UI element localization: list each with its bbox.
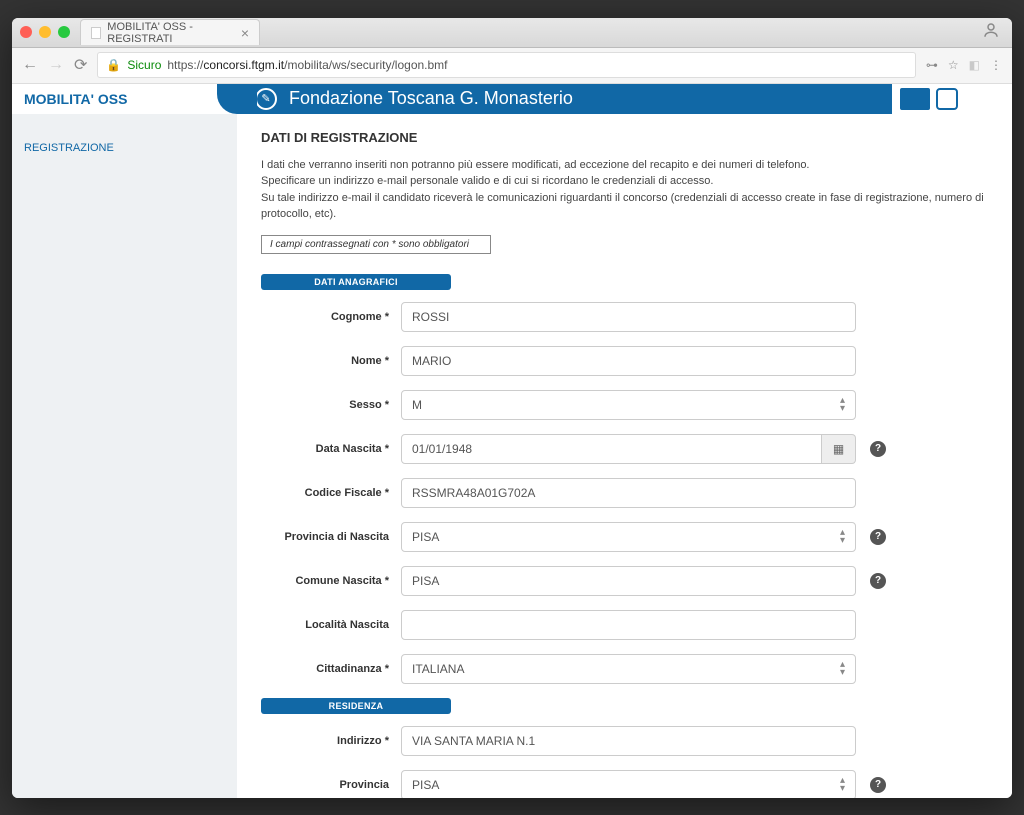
app-header-right — [892, 88, 1012, 110]
help-icon[interactable]: ? — [870, 573, 886, 589]
input-comune-nascita[interactable] — [401, 566, 856, 596]
tab-close-icon[interactable]: × — [241, 25, 249, 41]
select-provincia-nascita[interactable]: PISA ▴▾ — [401, 522, 856, 552]
label-codice-fiscale: Codice Fiscale * — [261, 487, 401, 499]
favicon-icon — [91, 27, 101, 39]
app-header: MOBILITA' OSS ✎ Fondazione Toscana G. Mo… — [12, 84, 1012, 114]
url-host: concorsi.ftgm.it — [203, 58, 284, 72]
minimize-icon[interactable] — [39, 26, 51, 38]
sidebar-item-registrazione[interactable]: REGISTRAZIONE — [12, 134, 237, 162]
input-codice-fiscale[interactable] — [401, 478, 856, 508]
select-provincia[interactable]: PISA ▴▾ — [401, 770, 856, 798]
label-data-nascita: Data Nascita * — [261, 443, 401, 455]
sidebar: REGISTRAZIONE — [12, 114, 237, 798]
intro-line-2: Specificare un indirizzo e-mail personal… — [261, 173, 988, 190]
browser-tab[interactable]: MOBILITA' OSS - REGISTRATI × — [80, 19, 260, 45]
browser-window: MOBILITA' OSS - REGISTRATI × ← → ⟳ 🔒 Sic… — [12, 18, 1012, 798]
label-localita-nascita: Località Nascita — [261, 619, 401, 631]
help-icon[interactable]: ? — [870, 777, 886, 793]
help-icon[interactable]: ? — [870, 529, 886, 545]
intro-line-3: Su tale indirizzo e-mail il candidato ri… — [261, 190, 988, 223]
input-indirizzo[interactable] — [401, 726, 856, 756]
partner-icon — [936, 88, 958, 110]
key-icon[interactable]: ⊶ — [926, 58, 938, 72]
lock-icon: 🔒 — [106, 58, 121, 72]
secure-label: Sicuro — [127, 58, 161, 72]
section-residenza: RESIDENZA — [261, 698, 451, 714]
label-comune-nascita: Comune Nascita * — [261, 575, 401, 587]
label-provincia-nascita: Provincia di Nascita — [261, 531, 401, 543]
label-cognome: Cognome * — [261, 311, 401, 323]
forward-icon: → — [48, 56, 64, 74]
page-title: DATI DI REGISTRAZIONE — [261, 130, 988, 145]
input-localita-nascita[interactable] — [401, 610, 856, 640]
sst-badge-icon — [900, 88, 930, 110]
select-provincia-nascita-value: PISA — [412, 530, 439, 544]
profile-icon[interactable] — [982, 21, 1000, 44]
app-brand: MOBILITA' OSS — [12, 84, 237, 114]
calendar-button[interactable]: ▦ — [822, 434, 856, 464]
url-path: /mobilita/ws/security/logon.bmf — [284, 58, 447, 72]
calendar-icon: ▦ — [833, 442, 844, 456]
label-cittadinanza: Cittadinanza * — [261, 663, 401, 675]
chevron-updown-icon: ▴▾ — [840, 529, 845, 545]
menu-icon[interactable]: ⋮ — [990, 58, 1002, 72]
section-anagrafici: DATI ANAGRAFICI — [261, 274, 451, 290]
select-sesso[interactable]: M ▴▾ — [401, 390, 856, 420]
page-content: MOBILITA' OSS ✎ Fondazione Toscana G. Mo… — [12, 84, 1012, 798]
reload-icon[interactable]: ⟳ — [74, 55, 87, 75]
addrbar-right: ⊶ ☆ ◧ ⋮ — [926, 58, 1002, 72]
maximize-icon[interactable] — [58, 26, 70, 38]
label-provincia: Provincia — [261, 779, 401, 791]
help-icon[interactable]: ? — [870, 441, 886, 457]
app-title-bar: ✎ Fondazione Toscana G. Monasterio — [237, 84, 892, 114]
select-cittadinanza[interactable]: ITALIANA ▴▾ — [401, 654, 856, 684]
chevron-updown-icon: ▴▾ — [840, 397, 845, 413]
intro-line-1: I dati che verranno inseriti non potrann… — [261, 157, 988, 174]
tab-title: MOBILITA' OSS - REGISTRATI — [107, 21, 235, 45]
titlebar: MOBILITA' OSS - REGISTRATI × — [12, 18, 1012, 48]
back-icon[interactable]: ← — [22, 56, 38, 74]
url-prefix: https:// — [167, 58, 203, 72]
required-fields-note: I campi contrassegnati con * sono obblig… — [261, 235, 491, 254]
close-icon[interactable] — [20, 26, 32, 38]
extension-icon[interactable]: ◧ — [969, 58, 980, 72]
select-cittadinanza-value: ITALIANA — [412, 662, 464, 676]
label-indirizzo: Indirizzo * — [261, 735, 401, 747]
select-sesso-value: M — [412, 398, 422, 412]
select-provincia-value: PISA — [412, 778, 439, 792]
input-data-nascita[interactable] — [401, 434, 822, 464]
address-bar: ← → ⟳ 🔒 Sicuro https://concorsi.ftgm.it/… — [12, 48, 1012, 84]
omnibox[interactable]: 🔒 Sicuro https://concorsi.ftgm.it/mobili… — [97, 52, 915, 78]
intro-text: I dati che verranno inseriti non potrann… — [261, 157, 988, 223]
chevron-updown-icon: ▴▾ — [840, 661, 845, 677]
input-cognome[interactable] — [401, 302, 856, 332]
label-sesso: Sesso * — [261, 399, 401, 411]
input-nome[interactable] — [401, 346, 856, 376]
window-controls — [20, 26, 70, 38]
app-title: Fondazione Toscana G. Monasterio — [289, 88, 573, 109]
logo-icon: ✎ — [255, 88, 277, 110]
label-nome: Nome * — [261, 355, 401, 367]
main-panel: DATI DI REGISTRAZIONE I dati che verrann… — [237, 114, 1012, 798]
chevron-updown-icon: ▴▾ — [840, 777, 845, 793]
star-icon[interactable]: ☆ — [948, 58, 959, 72]
url-text: https://concorsi.ftgm.it/mobilita/ws/sec… — [167, 58, 447, 72]
